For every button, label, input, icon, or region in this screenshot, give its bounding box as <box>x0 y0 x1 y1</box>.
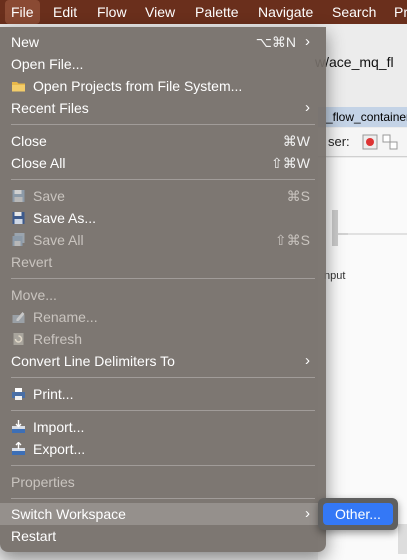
menu-item-import[interactable]: Import... <box>0 416 326 438</box>
menu-item-revert[interactable]: Revert <box>0 251 326 273</box>
menu-item-label: Save All <box>33 232 84 248</box>
layout-icon[interactable] <box>382 134 398 150</box>
menu-item-restart[interactable]: Restart <box>0 525 326 547</box>
menu-item-label: Print... <box>33 386 74 402</box>
menu-flow[interactable]: Flow <box>97 0 127 24</box>
side-panel-edge <box>398 524 407 554</box>
menu-item-save-all[interactable]: Save All ⇧⌘S <box>0 229 326 251</box>
menu-item-label: Restart <box>11 528 57 544</box>
menu-item-label: New <box>11 34 40 50</box>
menu-item-convert-line-delimiters[interactable]: Convert Line Delimiters To › <box>0 350 326 372</box>
switch-workspace-submenu: Other... <box>318 498 398 530</box>
menu-separator <box>11 179 315 180</box>
refresh-icon <box>13 333 24 345</box>
print-icon <box>12 388 25 400</box>
record-icon[interactable] <box>362 134 378 150</box>
menu-separator <box>11 278 315 279</box>
menu-item-label: Refresh <box>33 331 83 347</box>
submenu-item-other[interactable]: Other... <box>323 503 393 525</box>
menu-item-label: Switch Workspace <box>11 506 126 522</box>
menu-item-label: Save As... <box>33 210 97 226</box>
menu-item-label: Convert Line Delimiters To <box>11 353 175 369</box>
node-connector-icon <box>332 210 348 246</box>
menu-item-refresh[interactable]: Refresh <box>0 328 326 350</box>
menu-item-close[interactable]: Close ⌘W <box>0 130 326 152</box>
submenu-arrow-icon: › <box>305 33 310 50</box>
menu-item-print[interactable]: Print... <box>0 383 326 405</box>
menu-item-open-file[interactable]: Open File... <box>0 53 326 75</box>
submenu-arrow-icon: › <box>305 99 310 116</box>
menu-separator <box>11 377 315 378</box>
rename-icon <box>12 312 25 323</box>
shortcut-new: ⌥⌘N <box>255 34 296 50</box>
toolbar-label: ser: <box>328 134 350 149</box>
save-as-icon <box>12 212 25 224</box>
shortcut-close: ⌘W <box>282 133 310 149</box>
menu-item-recent-files[interactable]: Recent Files › <box>0 97 326 119</box>
menu-search[interactable]: Search <box>332 0 376 24</box>
connection-line <box>348 233 407 235</box>
menu-item-export[interactable]: Export... <box>0 438 326 460</box>
shortcut-save: ⌘S <box>286 188 310 204</box>
menu-project[interactable]: Pr <box>394 0 407 24</box>
shortcut-save-all: ⇧⌘S <box>274 232 310 248</box>
save-all-icon <box>12 233 25 246</box>
menu-item-save-as[interactable]: Save As... <box>0 207 326 229</box>
save-icon <box>12 190 25 202</box>
menu-item-open-projects[interactable]: Open Projects from File System... <box>0 75 326 97</box>
menu-separator <box>11 410 315 411</box>
menu-item-label: Save <box>33 188 65 204</box>
shortcut-close-all: ⇧⌘W <box>271 155 310 171</box>
menu-item-label: Properties <box>11 474 75 490</box>
menu-item-label: Export... <box>33 441 86 457</box>
menu-item-switch-workspace[interactable]: Switch Workspace › <box>0 503 326 525</box>
editor-toolbar: ser: <box>318 128 407 157</box>
menu-separator <box>11 498 315 499</box>
menu-item-move[interactable]: Move... <box>0 284 326 306</box>
menu-file[interactable]: File <box>5 0 40 24</box>
menu-item-label: Close <box>11 133 47 149</box>
menu-view[interactable]: View <box>145 0 175 24</box>
menu-edit[interactable]: Edit <box>53 0 77 24</box>
editor-path-title: w/ace_mq_fl <box>315 54 394 70</box>
menu-item-new[interactable]: New ⌥⌘N › <box>0 31 326 53</box>
menu-item-label: Open Projects from File System... <box>33 78 243 94</box>
menu-item-label: Revert <box>11 254 53 270</box>
menu-separator <box>11 465 315 466</box>
menu-bar: File Edit Flow View Palette Navigate Sea… <box>0 0 407 24</box>
menu-item-label: Open File... <box>11 56 84 72</box>
export-icon <box>12 442 25 455</box>
file-menu-dropdown: New ⌥⌘N › Open File... Open Projects fro… <box>0 27 326 552</box>
menu-item-label: Rename... <box>33 309 98 325</box>
menu-separator <box>11 124 315 125</box>
menu-navigate[interactable]: Navigate <box>258 0 313 24</box>
menu-palette[interactable]: Palette <box>195 0 239 24</box>
menu-item-save[interactable]: Save ⌘S <box>0 185 326 207</box>
node-label: nput <box>324 270 346 282</box>
menu-item-properties[interactable]: Properties <box>0 471 326 493</box>
menu-item-rename[interactable]: Rename... <box>0 306 326 328</box>
submenu-arrow-icon: › <box>305 352 310 369</box>
folder-icon <box>12 82 25 92</box>
submenu-arrow-icon: › <box>305 505 310 522</box>
menu-item-label: Move... <box>11 287 57 303</box>
menu-item-label: Recent Files <box>11 100 89 116</box>
menu-item-label: Close All <box>11 155 66 171</box>
import-icon <box>12 420 25 433</box>
menu-item-close-all[interactable]: Close All ⇧⌘W <box>0 152 326 174</box>
menu-item-label: Import... <box>33 419 85 435</box>
editor-tab[interactable]: _flow_container <box>318 107 407 127</box>
